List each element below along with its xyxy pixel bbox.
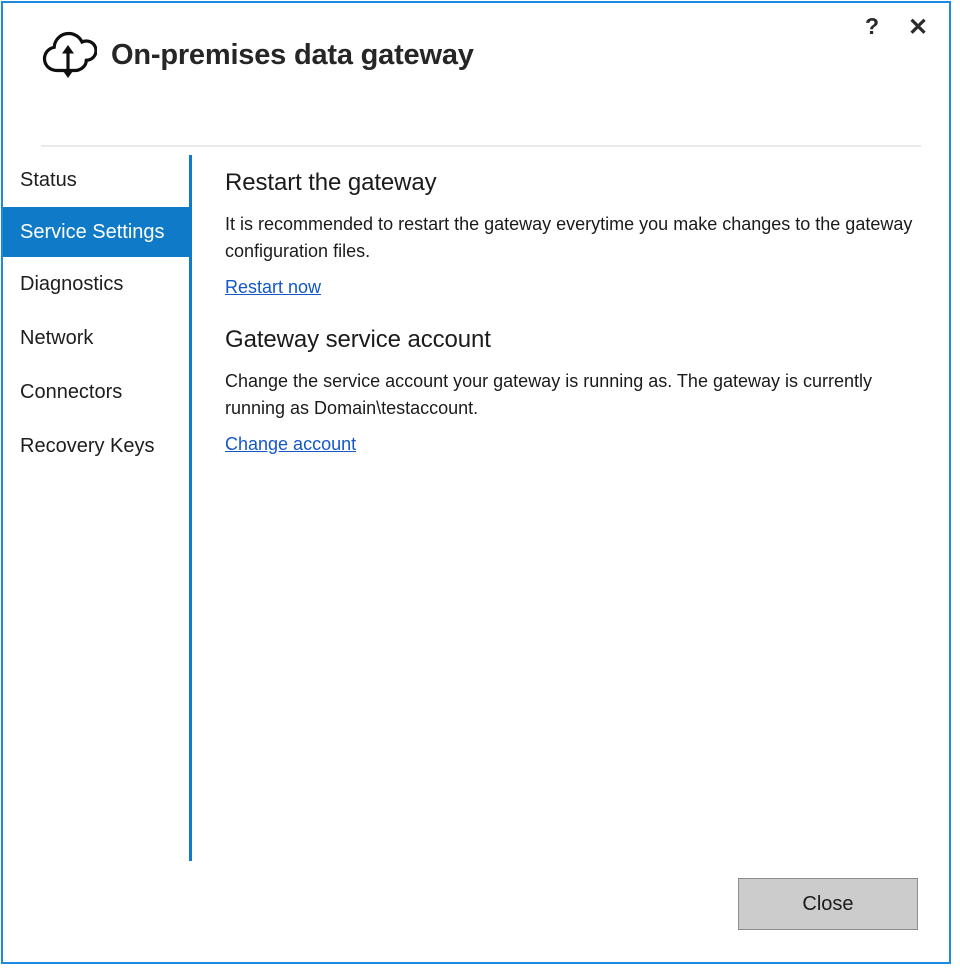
header-divider xyxy=(41,145,921,147)
title-group: On-premises data gateway xyxy=(41,29,474,81)
section-restart-gateway: Restart the gateway It is recommended to… xyxy=(225,169,925,298)
caption-buttons: ? ✕ xyxy=(849,7,941,47)
title-bar: On-premises data gateway ? ✕ xyxy=(3,3,949,147)
sidebar-item-network[interactable]: Network xyxy=(3,311,189,365)
content-pane: Restart the gateway It is recommended to… xyxy=(225,169,925,483)
help-button[interactable]: ? xyxy=(849,7,895,47)
sidebar-item-label: Network xyxy=(20,326,94,349)
restart-now-link[interactable]: Restart now xyxy=(225,277,321,298)
sidebar-item-diagnostics[interactable]: Diagnostics xyxy=(3,257,189,311)
sidebar-item-label: Recovery Keys xyxy=(20,434,155,457)
sidebar-nav: Status Service Settings Diagnostics Netw… xyxy=(3,153,189,473)
close-window-button[interactable]: ✕ xyxy=(895,7,941,47)
section-description: It is recommended to restart the gateway… xyxy=(225,214,913,261)
sidebar-divider xyxy=(189,155,192,861)
help-question-icon: ? xyxy=(864,12,880,39)
body-area: Status Service Settings Diagnostics Netw… xyxy=(3,153,949,962)
sidebar-item-label: Diagnostics xyxy=(20,272,124,295)
section-description: Change the service account your gateway … xyxy=(225,371,873,418)
section-heading: Restart the gateway xyxy=(225,169,437,196)
change-account-link[interactable]: Change account xyxy=(225,434,356,455)
close-button[interactable]: Close xyxy=(738,878,918,930)
section-gateway-service-account: Gateway service account Change the servi… xyxy=(225,326,925,455)
close-button-label: Close xyxy=(802,892,854,915)
sidebar-item-connectors[interactable]: Connectors xyxy=(3,365,189,419)
close-x-icon: ✕ xyxy=(907,13,929,41)
cloud-sync-icon xyxy=(42,31,97,78)
sidebar-item-label: Service Settings xyxy=(20,220,165,243)
section-heading: Gateway service account xyxy=(225,326,491,353)
sidebar-item-service-settings[interactable]: Service Settings xyxy=(3,207,189,257)
sidebar-item-label: Status xyxy=(20,168,77,191)
sidebar-item-label: Connectors xyxy=(20,380,123,403)
sidebar-item-recovery-keys[interactable]: Recovery Keys xyxy=(3,419,189,473)
app-title: On-premises data gateway xyxy=(111,38,474,71)
app-window: On-premises data gateway ? ✕ Status Serv… xyxy=(1,1,951,964)
sidebar-item-status[interactable]: Status xyxy=(3,153,189,207)
